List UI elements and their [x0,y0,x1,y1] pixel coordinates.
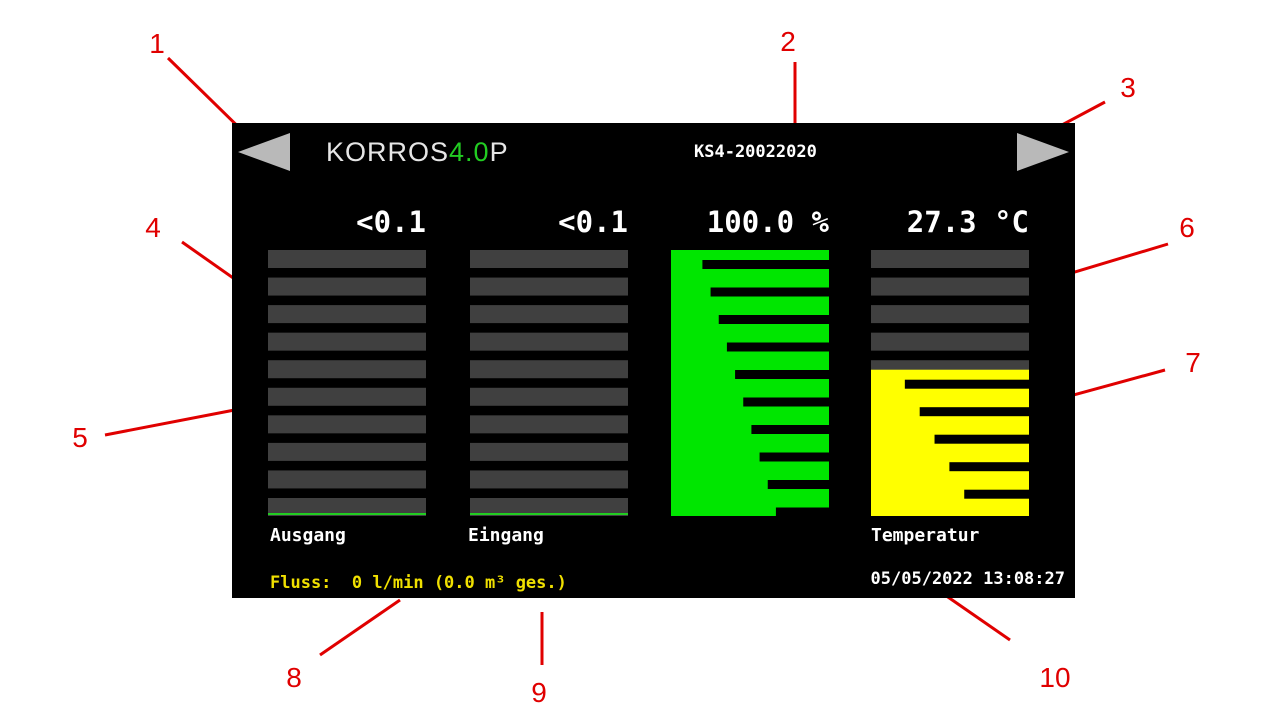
gauge-baseline [470,513,628,515]
gauge-segment [268,250,426,268]
flow-readout: Fluss: 0 l/min (0.0 m³ ges.) [270,573,567,593]
gauge-stripe-gap [949,462,1029,472]
percent-value: 100.0 % [706,205,829,239]
gauge-segment [470,332,628,351]
gauge-stripe-gap [904,379,1029,389]
triangle-right-icon[interactable] [1017,133,1069,171]
gauge-segment [470,442,628,461]
eingang-label: Eingang [468,525,544,546]
callout-number-4: 4 [145,212,161,243]
flow-total: (0.0 m³ ges.) [433,573,567,593]
gauge-segment [268,305,426,324]
gauge-stripe-gap [934,434,1029,444]
gauge-segment [871,277,1029,296]
gauge-segment [470,277,628,296]
temperatur-label: Temperatur [871,525,980,546]
percent-gauge [671,250,829,516]
gauge-segment [470,250,628,268]
gauge-segment [470,387,628,406]
callout-number-1: 1 [149,28,165,59]
callout-number-6: 6 [1179,212,1195,243]
gauge-segment [470,360,628,379]
gauge-segment [268,332,426,351]
callout-number-8: 8 [286,662,302,693]
gauge-segment [470,470,628,489]
gauge-segment [268,360,426,379]
callout-number-5: 5 [72,422,88,453]
callout-number-7: 7 [1185,347,1201,378]
gauge-segment [871,305,1029,324]
flow-label: Fluss: [270,573,332,593]
device-screen: KORROS4.0P KS4-20022020 <0.1 <0.1 100.0 … [232,123,1075,598]
gauge-stripe-gap [751,425,829,434]
gauge-stripe-gap [743,397,829,407]
ausgang-value: <0.1 [356,205,426,239]
gauge-segment [470,305,628,324]
logo-accent: 4.0 [449,137,490,167]
gauge-segment [268,415,426,434]
callout-number-3: 3 [1120,72,1136,103]
gauge-segment [268,277,426,296]
gauge-stripe-gap [964,489,1029,499]
gauge-segment [871,250,1029,268]
ausgang-gauge [268,250,426,516]
logo-main: KORROS [326,137,450,167]
callout-line-10 [944,593,1011,642]
ausgang-label: Ausgang [270,525,346,546]
gauge-segment [470,415,628,434]
callout-number-2: 2 [780,26,796,57]
gauge-segment [268,387,426,406]
gauge-stripe-gap [718,315,829,324]
eingang-gauge [470,250,628,516]
callout-number-10: 10 [1039,662,1071,693]
gauge-stripe-gap [710,287,829,297]
gauge-stripe-gap [919,407,1029,417]
callout-line-8 [319,598,401,657]
gauge-baseline [268,513,426,515]
gauge-stripe-gap [702,260,829,269]
eingang-value: <0.1 [558,205,628,239]
gauge-stripe-gap [775,507,829,516]
logo: KORROS4.0P [326,137,509,168]
flow-value: 0 l/min [351,573,424,593]
gauge-segment [871,332,1029,351]
gauge-stripe-gap [767,480,829,489]
triangle-left-icon[interactable] [238,133,290,171]
gauge-stripe-gap [726,342,829,352]
gauge-segment [268,470,426,489]
temperatur-gauge [871,250,1029,516]
gauge-segment [268,442,426,461]
device-id: KS4-20022020 [694,142,817,162]
gauge-stripe-gap [735,370,829,379]
logo-suffix: P [489,137,509,167]
gauge-stripe-gap [759,452,829,462]
temperatur-value: 27.3 °C [906,205,1029,239]
callout-number-9: 9 [531,677,547,708]
datetime: 05/05/2022 13:08:27 [870,569,1065,589]
